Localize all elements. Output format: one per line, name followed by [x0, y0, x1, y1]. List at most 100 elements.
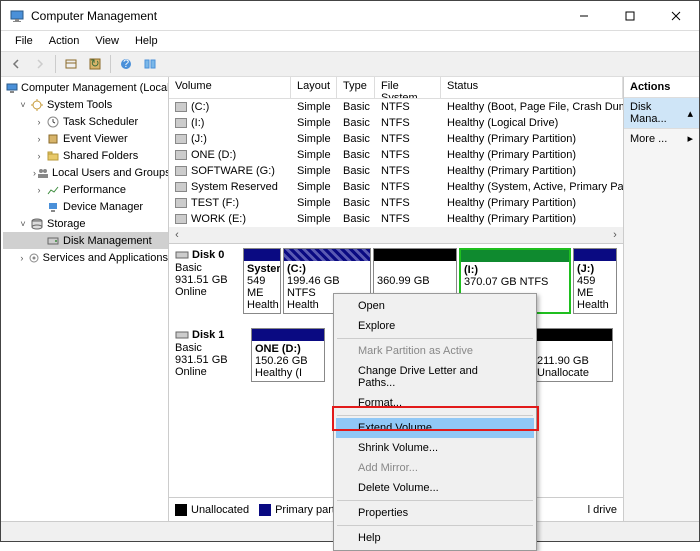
- cell-volume: System Reserved: [169, 181, 291, 193]
- table-row[interactable]: SOFTWARE (G:)SimpleBasicNTFSHealthy (Pri…: [169, 163, 623, 179]
- table-row[interactable]: (C:)SimpleBasicNTFSHealthy (Boot, Page F…: [169, 99, 623, 115]
- tree-local-users[interactable]: ›Local Users and Groups: [3, 164, 168, 181]
- expand-icon[interactable]: ˅: [17, 219, 29, 229]
- cell-status: Healthy (Primary Partition): [441, 213, 623, 225]
- col-type[interactable]: Type: [337, 77, 375, 98]
- context-menu-item[interactable]: Shrink Volume...: [336, 438, 534, 458]
- horizontal-scrollbar[interactable]: ‹ ›: [169, 227, 623, 243]
- cell-type: Basic: [337, 101, 375, 113]
- context-menu-item[interactable]: Extend Volume...: [336, 418, 534, 438]
- volume-status: Unallocate: [537, 367, 589, 379]
- volume-bar: [374, 249, 456, 261]
- menu-help[interactable]: Help: [127, 33, 166, 49]
- users-icon: [36, 165, 50, 181]
- forward-button[interactable]: [29, 53, 51, 75]
- tree-system-tools[interactable]: ˅System Tools: [3, 96, 168, 113]
- volume-status: Health: [247, 299, 279, 311]
- col-filesystem[interactable]: File System: [375, 77, 441, 98]
- disk-volume[interactable]: (J:)459 MEHealth: [573, 248, 617, 314]
- cell-filesystem: NTFS: [375, 197, 441, 209]
- volume-status: Health: [577, 299, 609, 311]
- view-button[interactable]: [139, 53, 161, 75]
- cell-layout: Simple: [291, 197, 337, 209]
- context-menu-item[interactable]: Delete Volume...: [336, 478, 534, 498]
- cell-status: Healthy (Primary Partition): [441, 197, 623, 209]
- menu-action[interactable]: Action: [41, 33, 88, 49]
- cell-type: Basic: [337, 181, 375, 193]
- tree-device-manager[interactable]: Device Manager: [3, 198, 168, 215]
- scroll-right-icon[interactable]: ›: [607, 227, 623, 243]
- cell-type: Basic: [337, 117, 375, 129]
- table-row[interactable]: (J:)SimpleBasicNTFSHealthy (Primary Part…: [169, 131, 623, 147]
- tree-label: Task Scheduler: [63, 116, 138, 128]
- scroll-left-icon[interactable]: ‹: [169, 227, 185, 243]
- cell-volume: (C:): [169, 101, 291, 113]
- table-row[interactable]: (I:)SimpleBasicNTFSHealthy (Logical Driv…: [169, 115, 623, 131]
- table-row[interactable]: TEST (F:)SimpleBasicNTFSHealthy (Primary…: [169, 195, 623, 211]
- volume-bar: [252, 329, 324, 341]
- disk-state: Online: [175, 366, 245, 378]
- context-menu-item: Mark Partition as Active: [336, 341, 534, 361]
- tree-performance[interactable]: ›Performance: [3, 181, 168, 198]
- cell-status: Healthy (Primary Partition): [441, 149, 623, 161]
- actions-more-label: More ...: [630, 133, 667, 145]
- context-menu-item[interactable]: Properties: [336, 503, 534, 523]
- tree-shared-folders[interactable]: ›Shared Folders: [3, 147, 168, 164]
- col-volume[interactable]: Volume: [169, 77, 291, 98]
- back-button[interactable]: [5, 53, 27, 75]
- svg-text:?: ?: [123, 58, 129, 70]
- legend-label: Unallocated: [191, 504, 249, 516]
- table-row[interactable]: ONE (D:)SimpleBasicNTFSHealthy (Primary …: [169, 147, 623, 163]
- context-menu-item[interactable]: Explore: [336, 316, 534, 336]
- col-status[interactable]: Status: [441, 77, 623, 98]
- tree-services[interactable]: ›Services and Applications: [3, 249, 168, 266]
- context-menu-item[interactable]: Open: [336, 296, 534, 316]
- disk-volume[interactable]: 211.90 GBUnallocate: [533, 328, 613, 382]
- disk-volume[interactable]: ONE (D:)150.26 GBHealthy (I: [251, 328, 325, 382]
- expand-icon[interactable]: ˅: [17, 100, 29, 110]
- disk-size: 931.51 GB: [175, 274, 237, 286]
- device-icon: [45, 199, 61, 215]
- properties-button[interactable]: ↻: [84, 53, 106, 75]
- tree-event-viewer[interactable]: ›Event Viewer: [3, 130, 168, 147]
- volume-size: 150.26 GB: [255, 355, 308, 367]
- help-button[interactable]: ?: [115, 53, 137, 75]
- table-row[interactable]: WORK (E:)SimpleBasicNTFSHealthy (Primary…: [169, 211, 623, 227]
- cell-type: Basic: [337, 165, 375, 177]
- actions-more[interactable]: More ...▸: [624, 129, 699, 148]
- cell-status: Healthy (Boot, Page File, Crash Dump, Pr…: [441, 101, 623, 113]
- menu-separator: [337, 415, 533, 416]
- cell-volume: WORK (E:): [169, 213, 291, 225]
- context-menu-item[interactable]: Help: [336, 528, 534, 548]
- context-menu-item[interactable]: Format...: [336, 393, 534, 413]
- disk-header[interactable]: Disk 1Basic931.51 GBOnline: [175, 328, 245, 382]
- table-row[interactable]: System ReservedSimpleBasicNTFSHealthy (S…: [169, 179, 623, 195]
- cell-status: Healthy (Primary Partition): [441, 133, 623, 145]
- menu-separator: [337, 338, 533, 339]
- minimize-button[interactable]: [561, 1, 607, 31]
- volume-label: (I:): [464, 264, 478, 276]
- refresh-button[interactable]: [60, 53, 82, 75]
- col-layout[interactable]: Layout: [291, 77, 337, 98]
- menu-file[interactable]: File: [7, 33, 41, 49]
- tools-icon: [29, 97, 45, 113]
- tree-root[interactable]: Computer Management (Local: [3, 79, 168, 96]
- context-menu-item[interactable]: Change Drive Letter and Paths...: [336, 361, 534, 393]
- folder-icon: [45, 148, 61, 164]
- tree-disk-management[interactable]: Disk Management: [3, 232, 168, 249]
- volume-bar: [461, 250, 569, 262]
- disk-volume[interactable]: Syster549 MEHealth: [243, 248, 281, 314]
- tree-storage[interactable]: ˅Storage: [3, 215, 168, 232]
- volume-bar: [534, 329, 612, 341]
- collapse-icon[interactable]: ▴: [687, 107, 693, 120]
- tree-task-scheduler[interactable]: ›Task Scheduler: [3, 113, 168, 130]
- nav-tree: Computer Management (Local ˅System Tools…: [1, 77, 169, 521]
- maximize-button[interactable]: [607, 1, 653, 31]
- close-button[interactable]: [653, 1, 699, 31]
- cell-filesystem: NTFS: [375, 165, 441, 177]
- cell-volume: TEST (F:): [169, 197, 291, 209]
- menu-separator: [337, 500, 533, 501]
- disk-header[interactable]: Disk 0Basic931.51 GBOnline: [175, 248, 237, 314]
- actions-section[interactable]: Disk Mana...▴: [624, 98, 699, 129]
- menu-view[interactable]: View: [87, 33, 127, 49]
